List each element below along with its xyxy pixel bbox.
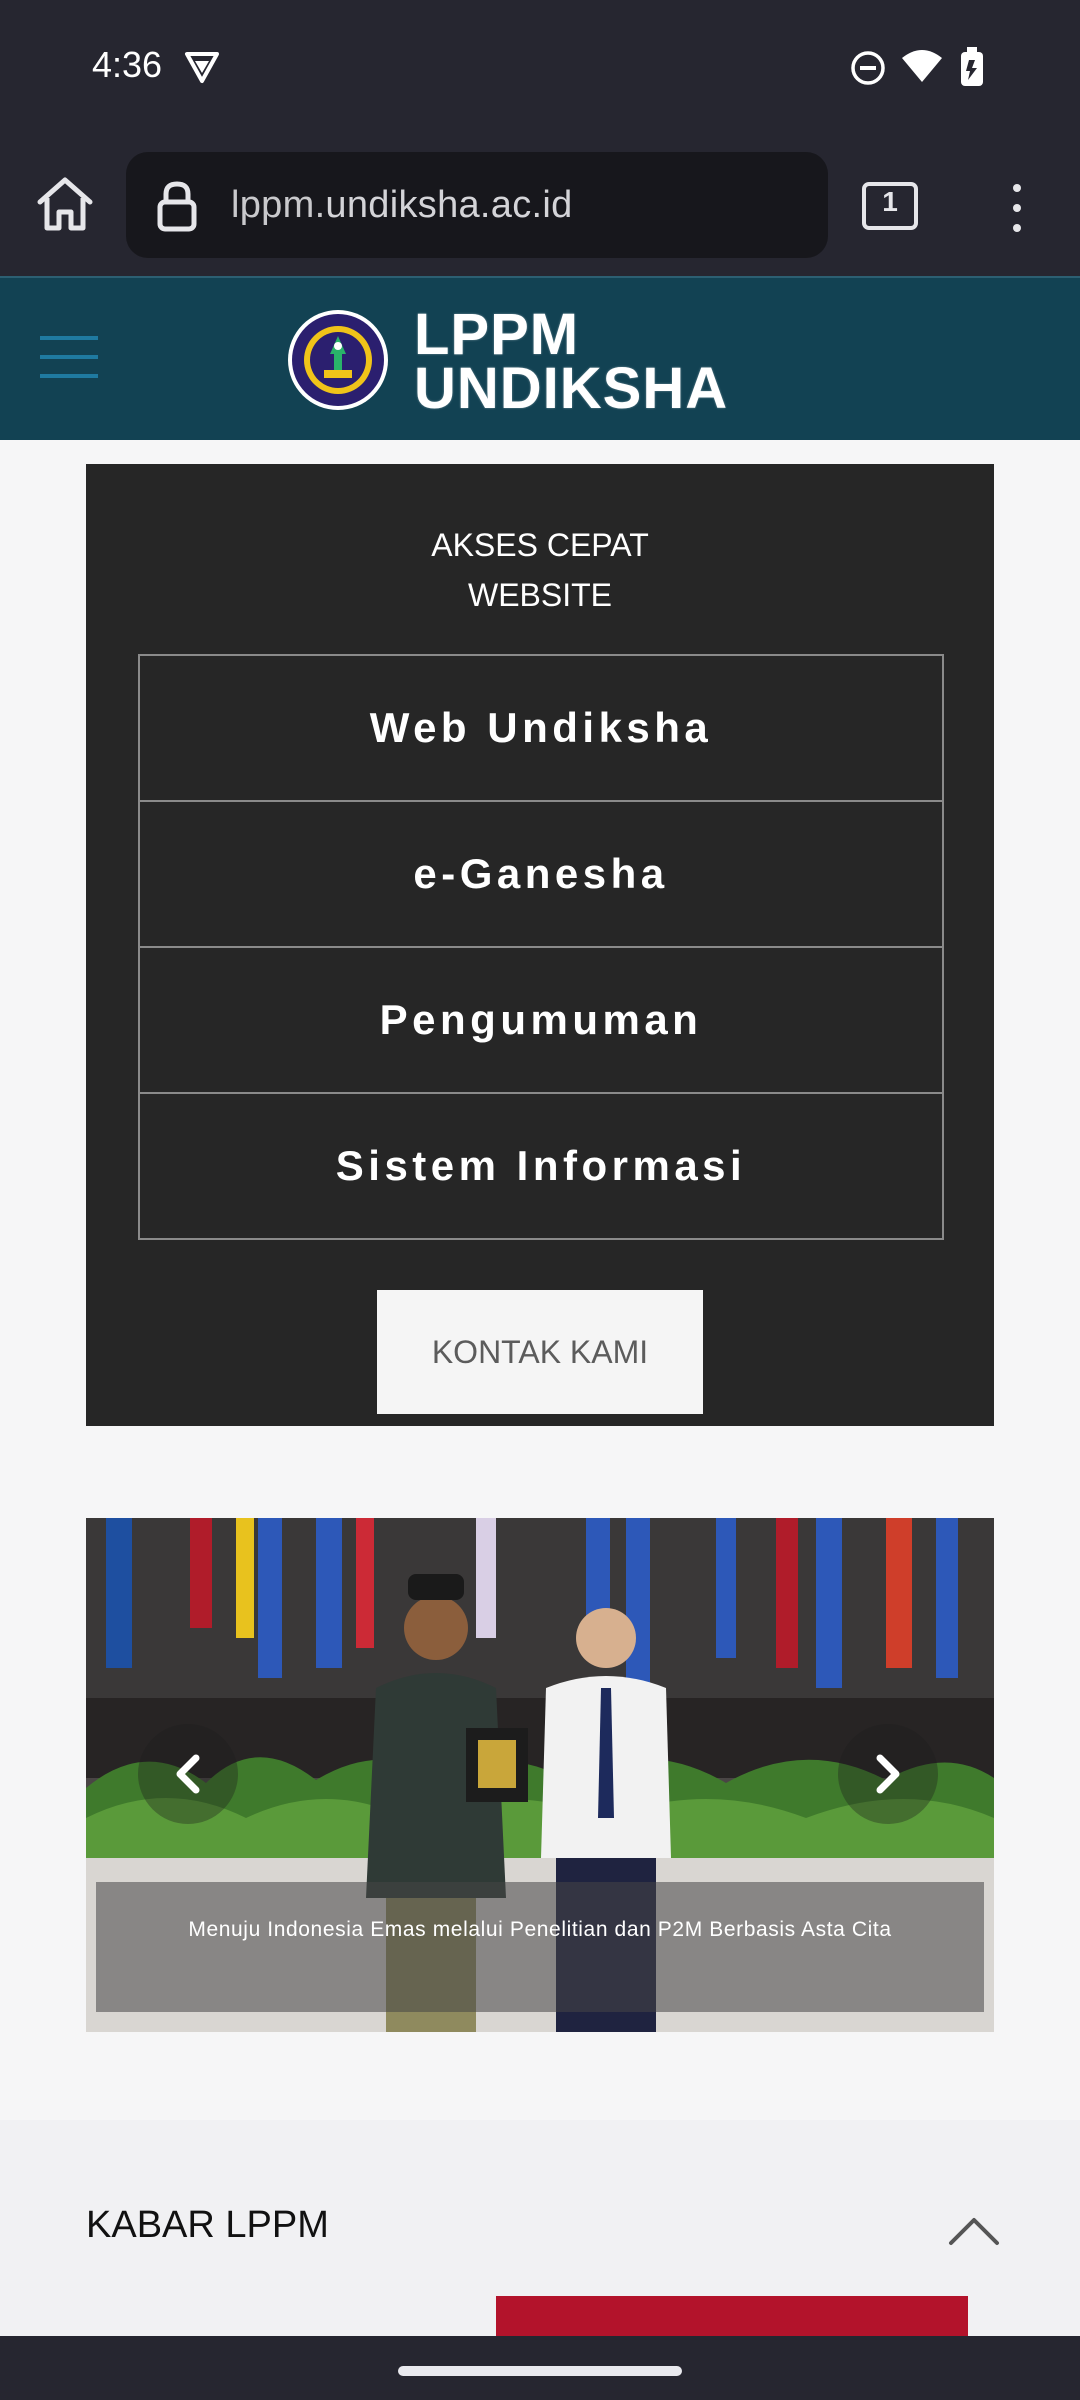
- browser-toolbar: lppm.undiksha.ac.id 1: [0, 140, 1080, 276]
- chevron-left-icon: [176, 1754, 200, 1794]
- kabar-lppm-title: KABAR LPPM: [86, 2204, 329, 2246]
- quick-access-title-line-1: AKSES CEPAT: [431, 527, 649, 563]
- logo-line-2: UNDIKSHA: [414, 356, 729, 421]
- site-logo-text[interactable]: LPPM UNDIKSHA: [414, 302, 729, 421]
- quick-link-e-ganesha[interactable]: e-Ganesha: [140, 802, 942, 948]
- flags-backdrop: [86, 1518, 994, 1698]
- battery-icon: [961, 47, 983, 86]
- address-bar[interactable]: lppm.undiksha.ac.id: [126, 152, 828, 258]
- image-carousel[interactable]: Menuju Indonesia Emas melalui Penelitian…: [86, 1518, 994, 2032]
- tab-count: 1: [882, 186, 898, 217]
- chevron-up-icon[interactable]: [948, 2216, 1000, 2246]
- quick-link-pengumuman[interactable]: Pengumuman: [140, 948, 942, 1094]
- status-time: 4:36: [92, 44, 163, 85]
- status-bar: 4:36: [0, 0, 1080, 140]
- quick-link-sistem-informasi[interactable]: Sistem Informasi: [140, 1094, 942, 1238]
- home-icon[interactable]: [30, 170, 100, 240]
- quick-access-list: Web Undiksha e-Ganesha Pengumuman Sistem…: [138, 654, 944, 1240]
- quick-access-title: AKSES CEPAT WEBSITE: [86, 520, 994, 620]
- chevron-right-icon: [876, 1754, 900, 1794]
- kontak-kami-button[interactable]: KONTAK KAMI: [377, 1290, 703, 1414]
- quick-access-panel: AKSES CEPAT WEBSITE Web Undiksha e-Ganes…: [86, 464, 994, 1426]
- system-navigation-bar: [0, 2336, 1080, 2400]
- carousel-caption: Menuju Indonesia Emas melalui Penelitian…: [188, 1918, 892, 1941]
- quick-access-title-line-2: WEBSITE: [467, 577, 612, 613]
- vpn-icon: [185, 52, 219, 83]
- quick-link-web-undiksha[interactable]: Web Undiksha: [140, 656, 942, 802]
- more-vert-icon[interactable]: [1000, 178, 1034, 238]
- undiksha-emblem-logo: [288, 310, 388, 410]
- hamburger-menu-icon[interactable]: [40, 336, 98, 378]
- kabar-lppm-section: KABAR LPPM: [0, 2120, 1080, 2346]
- lock-icon[interactable]: [156, 180, 198, 232]
- wifi-icon: [902, 50, 942, 82]
- carousel-prev-button[interactable]: [138, 1724, 238, 1824]
- tab-switcher-button[interactable]: 1: [862, 182, 918, 230]
- carousel-next-button[interactable]: [838, 1724, 938, 1824]
- carousel-caption-box: Menuju Indonesia Emas melalui Penelitian…: [96, 1882, 984, 2012]
- url-text[interactable]: lppm.undiksha.ac.id: [231, 184, 573, 227]
- do-not-disturb-icon: [851, 51, 885, 85]
- site-header: LPPM UNDIKSHA: [0, 276, 1080, 440]
- gesture-handle[interactable]: [398, 2366, 682, 2376]
- logo-line-1: LPPM: [414, 302, 580, 367]
